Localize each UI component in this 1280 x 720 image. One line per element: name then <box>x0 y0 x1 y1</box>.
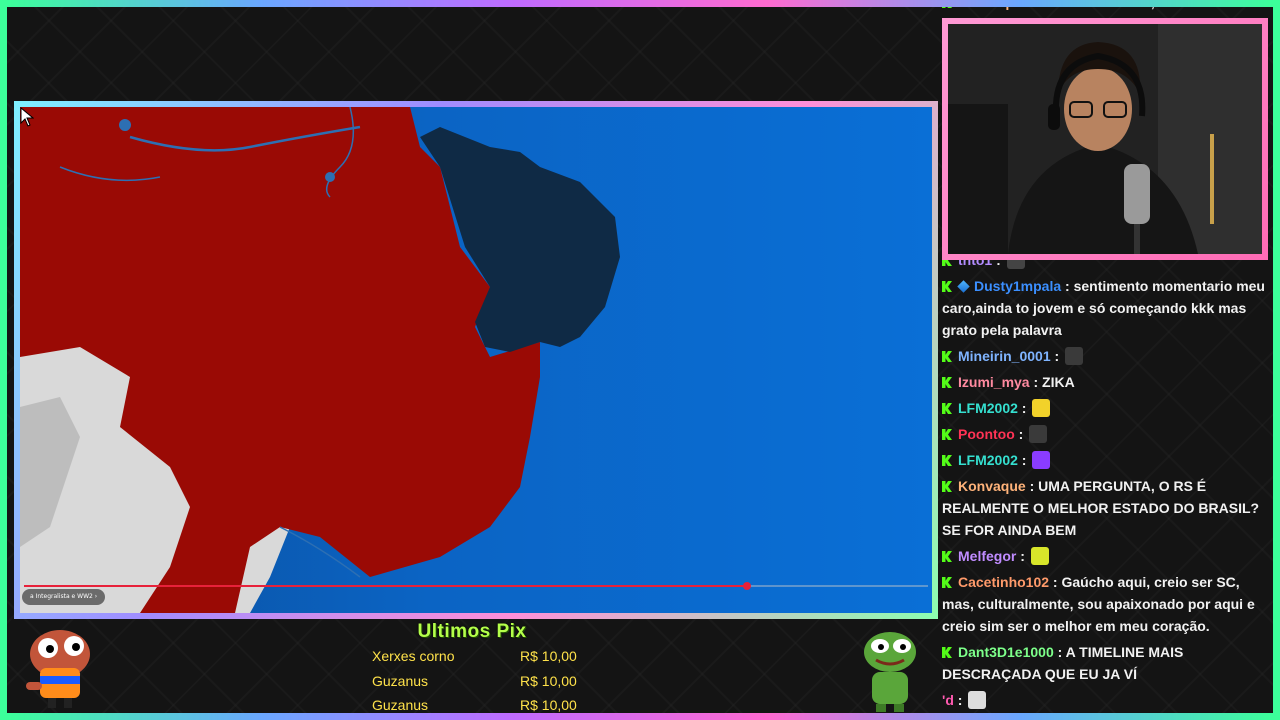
chat-username[interactable]: Izumi_mya <box>958 374 1030 390</box>
pix-amount: R$ 10,00 <box>520 697 577 713</box>
pix-donor-name: Guzanus <box>372 697 429 713</box>
map-lake <box>119 119 131 131</box>
chat-username[interactable]: Konvaque <box>958 0 1026 10</box>
kick-icon <box>942 647 952 658</box>
map-lake <box>325 172 335 182</box>
video-progress-fill <box>24 585 748 587</box>
chat-emote-icon <box>968 691 987 709</box>
chat-message-list: thto1 : Dusty1mpala : sentimento momenta… <box>942 249 1270 713</box>
chat-emote-icon <box>1032 399 1051 417</box>
kick-icon <box>942 351 952 362</box>
kick-icon <box>942 281 952 292</box>
chat-emote-icon <box>1029 425 1048 443</box>
chat-message: Cacetinho102 : Gaúcho aqui, creio ser SC… <box>942 574 1255 634</box>
kick-icon <box>942 455 952 466</box>
chat-username[interactable]: LFM2002 <box>958 400 1018 416</box>
video-frame: a Integralista e WW2 › <box>14 101 938 619</box>
chat-text: ZIKA <box>1042 374 1075 390</box>
pix-row: Guzanus R$ 10,00 <box>372 693 612 718</box>
chat-emote-icon <box>1065 347 1084 365</box>
brazil-map <box>20 107 620 613</box>
user-badge-icon <box>957 280 970 293</box>
video-progress-handle[interactable] <box>743 582 752 590</box>
chat-emote-icon <box>1030 547 1049 565</box>
chat-message: LFM2002 : <box>942 397 1270 419</box>
chat-message: Mineirin_0001 : <box>942 345 1270 367</box>
kick-icon <box>942 0 952 8</box>
chat-username[interactable]: Dusty1mpala <box>974 278 1061 294</box>
chat-message: Poontoo : <box>942 423 1270 445</box>
mouse-cursor-icon <box>20 107 34 127</box>
pix-title: Ultimos Pix <box>417 621 527 642</box>
video-chapter-caption[interactable]: a Integralista e WW2 › <box>22 589 106 605</box>
pix-row: Guzanus R$ 10,00 <box>372 669 612 694</box>
chat-message: Konvaque : UMA PERGUNTA, O RS É <box>942 0 1274 13</box>
kick-icon <box>942 551 952 562</box>
pix-row: Xerxes corno R$ 10,00 <box>372 644 612 669</box>
pepe-frog-icon <box>864 632 916 712</box>
pix-donor-name: Xerxes corno <box>372 648 455 664</box>
pix-amount: R$ 10,00 <box>520 672 577 689</box>
chat-message: 'd : <box>942 689 1270 711</box>
chat-username[interactable]: Poontoo <box>958 426 1015 442</box>
chat-username[interactable]: Konvaque <box>958 478 1026 494</box>
kick-icon <box>942 429 952 440</box>
kick-icon <box>942 403 952 414</box>
chat-message: Konvaque : UMA PERGUNTA, O RS É REALMENT… <box>942 478 1260 538</box>
kick-icon <box>942 377 952 388</box>
video-player[interactable]: a Integralista e WW2 › <box>20 107 932 613</box>
chat-emote-icon <box>1032 451 1051 469</box>
chat-username[interactable]: 'd <box>942 692 954 708</box>
chat-username[interactable]: Melfegor <box>958 548 1016 564</box>
chat-message: Izumi_mya : ZIKA <box>942 371 1270 393</box>
webcam-frame <box>942 18 1268 260</box>
pix-donation-list: Xerxes corno R$ 10,00 Guzanus R$ 10,00 Guzan… <box>372 644 612 718</box>
chat-message: Dusty1mpala : sentimento momentario meu … <box>942 278 1265 338</box>
mascot-left-icon <box>26 630 90 708</box>
webcam-feed <box>948 24 1262 254</box>
streamer-image <box>948 24 1262 254</box>
kick-icon <box>942 577 952 588</box>
chat-username[interactable]: Cacetinho102 <box>958 574 1049 590</box>
chat-username[interactable]: Dant3D1e1000 <box>958 644 1054 660</box>
chat-username[interactable]: Mineirin_0001 <box>958 348 1051 364</box>
chat-username[interactable]: LFM2002 <box>958 452 1018 468</box>
video-progress-bar[interactable] <box>24 582 928 590</box>
chat-message: LFM2002 : <box>942 449 1270 471</box>
pix-donor-name: Guzanus <box>372 672 429 689</box>
kick-icon <box>942 481 952 492</box>
chat-message: Melfegor : <box>942 545 1270 567</box>
chat-message: Dant3D1e1000 : A TIMELINE MAIS DESCRAÇAD… <box>942 644 1184 682</box>
chat-text: UMA PERGUNTA, O RS É <box>1038 0 1207 10</box>
pix-amount: R$ 10,00 <box>520 648 577 664</box>
